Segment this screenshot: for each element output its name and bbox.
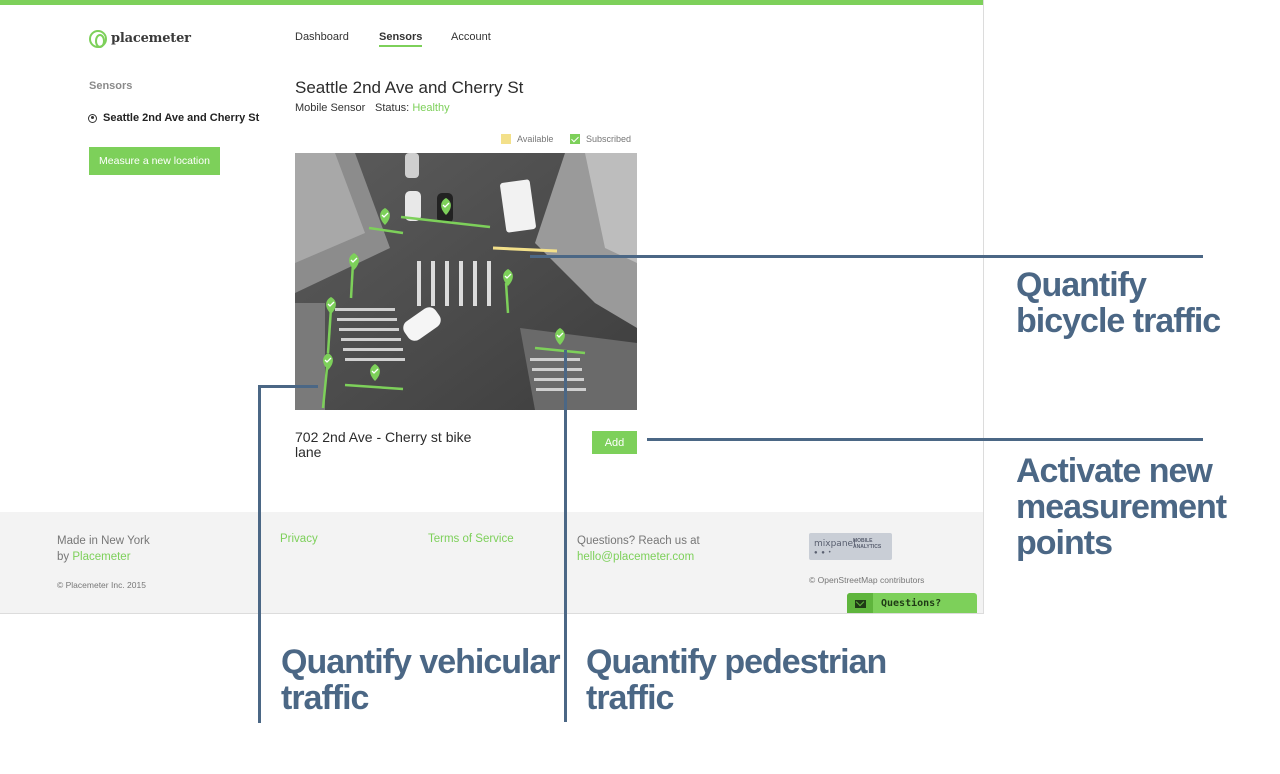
copyright: © Placemeter Inc. 2015 bbox=[57, 580, 146, 590]
callout-activate-line2: measurement bbox=[1016, 488, 1227, 526]
status-label: Status: bbox=[375, 102, 410, 114]
made-by-prefix: by bbox=[57, 551, 70, 563]
target-icon bbox=[88, 113, 97, 123]
made-in-new-york: Made in New York by Placemeter bbox=[57, 533, 150, 565]
measure-new-location-button[interactable]: Measure a new location bbox=[89, 147, 220, 175]
pedestrian-connector-line bbox=[564, 350, 567, 722]
car-far bbox=[405, 153, 419, 178]
footer: Made in New York by Placemeter © Placeme… bbox=[0, 512, 983, 613]
location-name: 702 2nd Ave - Cherry st bike lane bbox=[295, 429, 472, 460]
placemeter-logo-icon bbox=[89, 29, 107, 48]
mixpanel-badge[interactable]: mixpanel MOBILE ANALYTICS ● ● • bbox=[809, 533, 892, 560]
add-button[interactable]: Add bbox=[592, 431, 637, 454]
openstreetmap-credit: © OpenStreetMap contributors bbox=[809, 575, 925, 585]
app-window: placemeter Dashboard Sensors Account Sen… bbox=[0, 0, 984, 614]
callout-bicycle: Quantify bicycle traffic bbox=[1016, 266, 1221, 340]
available-swatch bbox=[501, 134, 511, 144]
terms-of-service-link[interactable]: Terms of Service bbox=[428, 533, 514, 545]
placemeter-logo[interactable]: placemeter bbox=[89, 29, 191, 48]
callout-pedestrian: Quantify pedestrian traffic bbox=[586, 643, 887, 717]
questions-tab-label: Questions? bbox=[881, 598, 942, 609]
sidewalk-left bbox=[295, 303, 325, 410]
mixpanel-tagline: MOBILE ANALYTICS bbox=[853, 538, 882, 550]
legend-available-label: Available bbox=[517, 134, 554, 144]
mixpanel-dots-icon: ● ● • bbox=[814, 550, 832, 556]
callout-pedestrian-line1: Quantify pedestrian bbox=[586, 643, 887, 681]
questions-text: Questions? Reach us at bbox=[577, 535, 700, 547]
mixpanel-logo: mixpanel bbox=[814, 539, 856, 549]
sensor-status: Status: Healthy bbox=[375, 102, 450, 114]
contact-email-link[interactable]: hello@placemeter.com bbox=[577, 551, 694, 563]
callout-activate: Activate new measurement points bbox=[1016, 452, 1227, 562]
subscribed-check-icon bbox=[570, 134, 580, 144]
sidebar-item-seattle[interactable]: Seattle 2nd Ave and Cherry St bbox=[88, 112, 259, 124]
questions-tab[interactable]: Questions? bbox=[847, 593, 977, 613]
nav-dashboard[interactable]: Dashboard bbox=[295, 31, 349, 43]
callout-vehicular-line1: Quantify vehicular bbox=[281, 643, 561, 681]
callout-bicycle-line2: bicycle traffic bbox=[1016, 302, 1221, 340]
legend-subscribed-label: Subscribed bbox=[586, 134, 632, 144]
placemeter-link[interactable]: Placemeter bbox=[72, 551, 130, 563]
street-camera-view[interactable] bbox=[295, 153, 637, 410]
callout-vehicular-line2: traffic bbox=[281, 679, 369, 717]
page-title: Seattle 2nd Ave and Cherry St bbox=[295, 78, 524, 97]
questions-icon-box bbox=[847, 593, 873, 613]
top-accent-bar bbox=[0, 0, 983, 5]
callout-pedestrian-line2: traffic bbox=[586, 679, 674, 717]
questions-contact: Questions? Reach us at hello@placemeter.… bbox=[577, 533, 700, 565]
callout-activate-line3: points bbox=[1016, 524, 1113, 562]
made-line2: by Placemeter bbox=[57, 549, 150, 565]
nav-account[interactable]: Account bbox=[451, 31, 491, 43]
brand-name: placemeter bbox=[111, 31, 191, 46]
vehicular-connector-horizontal bbox=[258, 385, 318, 388]
nav-sensors[interactable]: Sensors bbox=[379, 31, 423, 47]
made-line1: Made in New York bbox=[57, 535, 150, 547]
status-badge: Healthy bbox=[412, 102, 450, 114]
legend-available: Available bbox=[501, 134, 553, 144]
callout-bicycle-line1: Quantify bbox=[1016, 266, 1147, 304]
callout-activate-line1: Activate new bbox=[1016, 452, 1213, 490]
legend-subscribed: Subscribed bbox=[570, 134, 631, 144]
sidebar-heading: Sensors bbox=[89, 80, 133, 92]
sidebar-item-label: Seattle 2nd Ave and Cherry St bbox=[103, 112, 260, 124]
callout-vehicular: Quantify vehicular traffic bbox=[281, 643, 561, 717]
mail-icon bbox=[854, 599, 866, 608]
bicycle-connector-line bbox=[530, 255, 1203, 258]
vehicular-connector-vertical bbox=[258, 385, 261, 723]
sensor-type: Mobile Sensor bbox=[295, 102, 366, 114]
activate-connector-line bbox=[647, 438, 1203, 441]
privacy-link[interactable]: Privacy bbox=[280, 533, 318, 545]
